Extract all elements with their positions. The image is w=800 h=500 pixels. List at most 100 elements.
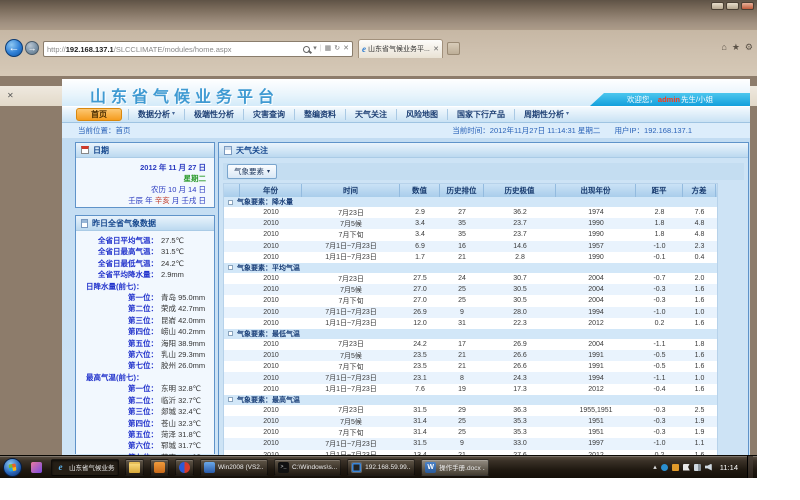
cell: 1.6 bbox=[683, 284, 716, 295]
remote-desktop-taskbar-button[interactable]: 192.168.59.99... bbox=[347, 459, 415, 476]
start-button[interactable] bbox=[3, 458, 22, 477]
element-filter-button[interactable]: 气象要素▾ bbox=[227, 164, 277, 179]
settings-icon[interactable]: ⚙ bbox=[745, 42, 753, 53]
cell: -0.3 bbox=[636, 284, 683, 295]
cell: 2010 bbox=[240, 372, 302, 383]
cell: 4.8 bbox=[683, 218, 716, 229]
cell: 7月23日 bbox=[302, 207, 400, 218]
cell: 1.6 bbox=[683, 384, 716, 395]
table-row[interactable]: 20107月下旬31.42535.31951-0.31.9 bbox=[224, 427, 717, 438]
element-group-row[interactable]: 气象要素：最低气温 bbox=[224, 329, 717, 339]
table-row[interactable]: 20107月23日27.52430.72004-0.72.0 bbox=[224, 273, 717, 284]
volume-icon[interactable] bbox=[705, 464, 712, 471]
address-bar[interactable]: http://192.168.137.1/SLCCLIMATE/modules/… bbox=[43, 41, 353, 57]
table-row[interactable]: 20107月5候23.52126.61991-0.51.6 bbox=[224, 350, 717, 361]
nav-item[interactable]: 极端性分析 bbox=[184, 109, 243, 120]
home-icon[interactable]: ⌂ bbox=[721, 42, 726, 53]
explorer-taskbar-button[interactable] bbox=[125, 459, 144, 476]
ie-icon: e bbox=[55, 462, 66, 473]
nav-item[interactable]: 国家下行产品 bbox=[447, 109, 514, 120]
nav-item[interactable]: 天气关注 bbox=[345, 109, 396, 120]
table-row[interactable]: 20107月1日~7月23日26.9928.01994-1.01.0 bbox=[224, 307, 717, 318]
browser-tab[interactable]: e 山东省气候业务平... ✕ bbox=[358, 39, 443, 58]
compatibility-view-icon[interactable]: ▦ bbox=[325, 45, 332, 53]
group-checkbox[interactable] bbox=[228, 397, 233, 402]
table-row[interactable]: 20107月23日24.21726.92004-1.11.8 bbox=[224, 339, 717, 350]
forward-button[interactable]: → bbox=[25, 41, 39, 55]
tab-close-icon[interactable]: ✕ bbox=[433, 45, 439, 53]
action-center-icon[interactable] bbox=[661, 464, 668, 471]
table-row[interactable]: 20107月1日~7月23日31.5933.01997-1.01.1 bbox=[224, 438, 717, 449]
cmd-taskbar-button[interactable]: >_C:\Windows\s... bbox=[274, 459, 341, 476]
table-row[interactable]: 20107月5候3.43523.719901.84.8 bbox=[224, 218, 717, 229]
maximize-button[interactable] bbox=[726, 2, 739, 10]
pinned-app-button[interactable] bbox=[28, 459, 45, 476]
word-doc-taskbar-button[interactable]: W操作手册.docx .. bbox=[421, 459, 489, 476]
cell: 30.7 bbox=[484, 273, 556, 284]
table-row[interactable]: 20107月1日~7月23日6.91614.61957-1.02.3 bbox=[224, 241, 717, 252]
nav-item[interactable]: 整编资料 bbox=[294, 109, 345, 120]
close-button[interactable] bbox=[741, 2, 754, 10]
hidden-icons-arrow[interactable]: ▴ bbox=[653, 464, 657, 471]
cell: 1990 bbox=[556, 252, 636, 263]
minimize-button[interactable] bbox=[711, 2, 724, 10]
table-row[interactable]: 20101月1日~7月23日12.03122.320120.21.6 bbox=[224, 318, 717, 329]
app-taskbar-button[interactable] bbox=[150, 459, 169, 476]
row-checkbox-space bbox=[224, 372, 240, 383]
web-page: 山东省气候业务平台 欢迎您，admin 先生/小姐 首页 数据分析▾ 极端性分 bbox=[0, 76, 757, 455]
ie-taskbar-button[interactable]: e山东省气候业务平... bbox=[51, 459, 119, 476]
favorites-icon[interactable]: ★ bbox=[732, 42, 740, 53]
network-icon[interactable] bbox=[694, 464, 701, 471]
cell: 21 bbox=[440, 361, 484, 372]
row-checkbox-space bbox=[224, 252, 240, 263]
vm-taskbar-button[interactable]: Win2008 (VS2... bbox=[200, 459, 268, 476]
column-header: 方差 bbox=[683, 184, 716, 197]
rank-sections: 日降水量(前七)：第一位：青岛 95.0mm第二位：荣成 42.7mm第三位：昆… bbox=[82, 281, 208, 455]
table-row[interactable]: 20101月1日~7月23日7.61917.32012-0.41.6 bbox=[224, 384, 717, 395]
show-desktop-button[interactable] bbox=[747, 456, 753, 479]
cell: 27.5 bbox=[400, 273, 440, 284]
table-row[interactable]: 20107月下旬23.52126.61991-0.51.6 bbox=[224, 361, 717, 372]
search-caret-icon[interactable]: ▾ bbox=[313, 45, 317, 53]
back-button[interactable]: ← bbox=[5, 39, 23, 57]
cell: 2010 bbox=[240, 384, 302, 395]
nav-item[interactable]: 周期性分析▾ bbox=[514, 109, 578, 120]
cell: 23.5 bbox=[400, 350, 440, 361]
cell: 12.0 bbox=[400, 318, 440, 329]
cell: 0.4 bbox=[683, 252, 716, 263]
group-checkbox[interactable] bbox=[228, 200, 233, 205]
search-icon[interactable] bbox=[303, 46, 310, 53]
cell: 1月1日~7月23日 bbox=[302, 252, 400, 263]
refresh-icon[interactable]: ↻ bbox=[334, 45, 340, 53]
element-group-row[interactable]: 气象要素：最高气温 bbox=[224, 395, 717, 405]
table-row[interactable]: 20107月5候27.02530.52004-0.31.6 bbox=[224, 284, 717, 295]
element-group-row[interactable]: 气象要素：降水量 bbox=[224, 197, 717, 207]
flag-icon[interactable] bbox=[683, 464, 690, 471]
tab-title: 山东省气候业务平... bbox=[368, 44, 431, 54]
group-checkbox[interactable] bbox=[228, 265, 233, 270]
table-row[interactable]: 20107月5候31.42535.31951-0.31.9 bbox=[224, 416, 717, 427]
table-row[interactable]: 20107月23日31.52936.31955,1951-0.32.5 bbox=[224, 405, 717, 416]
stop-icon[interactable]: ✕ bbox=[343, 45, 349, 53]
group-checkbox[interactable] bbox=[228, 331, 233, 336]
column-header: 数值 bbox=[400, 184, 440, 197]
table-row[interactable]: 20107月23日2.92736.219742.87.6 bbox=[224, 207, 717, 218]
update-icon[interactable] bbox=[672, 464, 679, 471]
lunar-date: 农历 10 月 14 日 bbox=[76, 184, 206, 195]
taskbar-clock[interactable]: 11:14 bbox=[720, 463, 738, 472]
new-tab-button[interactable] bbox=[447, 42, 460, 55]
table-row[interactable]: 20101月1日~7月23日1.7212.81990-0.10.4 bbox=[224, 252, 717, 263]
media-player-taskbar-button[interactable] bbox=[175, 459, 194, 476]
ganzhi-date: 壬辰 年 辛亥 月 壬戌 日 bbox=[76, 195, 206, 206]
table-row[interactable]: 20107月下旬3.43523.719901.84.8 bbox=[224, 229, 717, 240]
element-group-row[interactable]: 气象要素：平均气温 bbox=[224, 263, 717, 273]
nav-item[interactable]: 灾害查询 bbox=[243, 109, 294, 120]
url-text[interactable]: http://192.168.137.1/SLCCLIMATE/modules/… bbox=[47, 45, 303, 54]
table-row[interactable]: 20107月1日~7月23日23.1824.31994-1.11.0 bbox=[224, 372, 717, 383]
nav-item[interactable]: 首页 bbox=[76, 108, 122, 121]
nav-item[interactable]: 风险地图 bbox=[396, 109, 447, 120]
table-row[interactable]: 20107月下旬27.02530.52004-0.31.6 bbox=[224, 295, 717, 306]
cell: 31.5 bbox=[400, 405, 440, 416]
column-header: 时间 bbox=[302, 184, 400, 197]
nav-item[interactable]: 数据分析▾ bbox=[128, 109, 184, 120]
